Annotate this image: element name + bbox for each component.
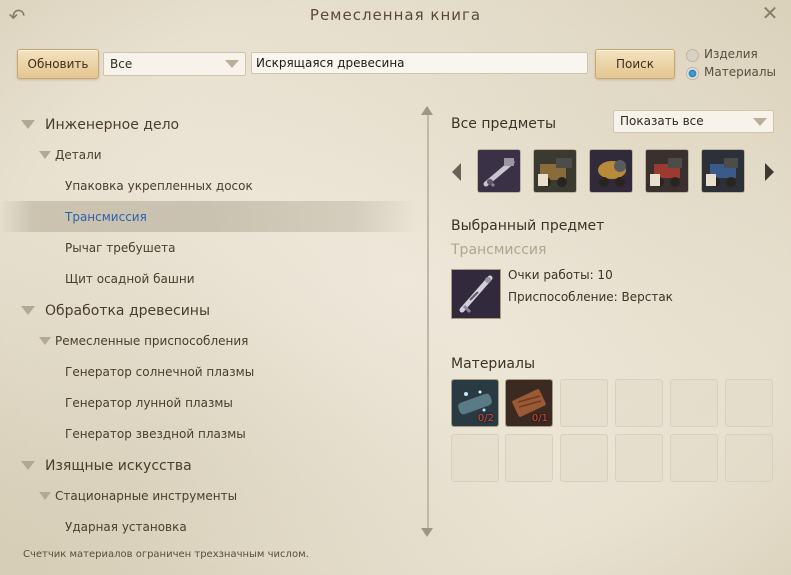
category-filter-select[interactable]: Все (103, 52, 246, 76)
tree-recipe-item[interactable]: Упаковка укрепленных досок (0, 170, 418, 201)
empty-material-slot (560, 434, 608, 482)
tree-recipe-item[interactable]: Рычаг требушета (0, 232, 418, 263)
red-cart-icon[interactable] (645, 149, 689, 193)
tree-recipe-item[interactable]: Трансмиссия (0, 201, 418, 232)
tree-item-label: Детали (55, 148, 102, 162)
siege-cart-icon[interactable] (533, 149, 577, 193)
tree-item-label: Генератор лунной плазмы (65, 396, 233, 410)
footer-note: Счетчик материалов ограничен трехзначным… (23, 549, 309, 560)
empty-material-slot (725, 379, 773, 427)
barrel-cannon-icon[interactable] (589, 149, 633, 193)
search-button[interactable]: Поиск (595, 49, 675, 79)
expand-triangle-icon[interactable] (39, 492, 51, 500)
transmission-icon[interactable] (477, 149, 521, 193)
tree-item-label: Обработка древесины (45, 303, 211, 319)
tree-item-label: Ремесленные приспособления (55, 334, 249, 348)
scroll-down-arrow-icon[interactable] (421, 528, 433, 537)
tool-text: Приспособление: Верстак (508, 290, 673, 304)
empty-material-slot (560, 379, 608, 427)
selected-item-title: Выбранный предмет (451, 218, 605, 234)
close-icon[interactable]: ✕ (759, 2, 781, 24)
radio-dot-icon (686, 49, 699, 62)
tree-recipe-item[interactable]: Генератор лунной плазмы (0, 387, 418, 418)
expand-triangle-icon[interactable] (21, 461, 35, 470)
tree-item-label: Стационарные инструменты (55, 489, 238, 503)
sparkling-wood-icon[interactable]: 0/2 (451, 379, 499, 427)
expand-triangle-icon[interactable] (21, 120, 35, 129)
tree-category[interactable]: Инженерное дело (0, 108, 418, 139)
tree-category[interactable]: Обработка древесины (0, 294, 418, 325)
expand-triangle-icon[interactable] (21, 306, 35, 315)
empty-material-slot (505, 434, 553, 482)
show-all-select[interactable]: Показать все (613, 110, 774, 133)
carousel-prev-arrow-icon[interactable] (452, 163, 461, 181)
material-count: 0/1 (531, 413, 548, 424)
tree-category[interactable]: Изящные искусства (0, 449, 418, 480)
expand-triangle-icon[interactable] (39, 337, 51, 345)
radio-materials-label: Материалы (704, 65, 776, 79)
tree-item-label: Трансмиссия (65, 210, 147, 224)
scroll-up-arrow-icon[interactable] (421, 106, 433, 115)
tree-item-label: Генератор звездной плазмы (65, 427, 246, 441)
tree-recipe-item[interactable]: Ударная установка (0, 511, 418, 542)
tree-item-label: Рычаг требушета (65, 241, 176, 255)
title-bar: ↶ Ремесленная книга ✕ (0, 0, 791, 34)
tree-item-label: Генератор солнечной плазмы (65, 365, 255, 379)
lumber-plank-icon[interactable]: 0/1 (505, 379, 553, 427)
tree-item-label: Изящные искусства (45, 458, 192, 474)
window-title: Ремесленная книга (309, 6, 482, 24)
material-count: 0/2 (477, 413, 494, 424)
tree-subcategory[interactable]: Ремесленные приспособления (0, 325, 418, 356)
blue-cart-icon[interactable] (701, 149, 745, 193)
tree-item-label: Упаковка укрепленных досок (65, 179, 253, 193)
empty-material-slot (670, 379, 718, 427)
chevron-down-icon (753, 118, 767, 126)
selected-transmission-icon (451, 269, 501, 319)
carousel-next-arrow-icon[interactable] (765, 163, 774, 181)
show-all-value: Показать все (620, 114, 704, 128)
selected-item-name: Трансмиссия (451, 242, 547, 258)
empty-material-slot (725, 434, 773, 482)
refresh-button[interactable]: Обновить (17, 49, 99, 79)
tree-recipe-item[interactable]: Генератор звездной плазмы (0, 418, 418, 449)
radio-products-label: Изделия (704, 47, 758, 61)
radio-dot-selected-icon (686, 67, 699, 80)
empty-material-slot (615, 434, 663, 482)
tree-item-label: Инженерное дело (45, 117, 180, 133)
tree-recipe-item[interactable]: Генератор солнечной плазмы (0, 356, 418, 387)
all-items-title: Все предметы (451, 116, 557, 132)
tree-item-label: Щит осадной башни (65, 272, 195, 286)
search-input[interactable] (251, 52, 588, 74)
expand-triangle-icon[interactable] (39, 151, 51, 159)
crafting-book-window: ↶ Ремесленная книга ✕ Обновить Все Поиск… (0, 0, 791, 575)
materials-title: Материалы (451, 356, 535, 372)
tree-subcategory[interactable]: Стационарные инструменты (0, 480, 418, 511)
tree-item-label: Ударная установка (65, 520, 187, 534)
work-points-text: Очки работы: 10 (508, 268, 613, 282)
chevron-down-icon (225, 60, 239, 68)
empty-material-slot (615, 379, 663, 427)
tree-scrollbar[interactable] (427, 108, 429, 534)
recipe-tree: Инженерное дело Детали Упаковка укрепленны… (0, 108, 418, 544)
empty-material-slot (451, 434, 499, 482)
tree-subcategory[interactable]: Детали (0, 139, 418, 170)
empty-material-slot (670, 434, 718, 482)
tree-recipe-item[interactable]: Щит осадной башни (0, 263, 418, 294)
category-filter-value: Все (110, 57, 133, 71)
